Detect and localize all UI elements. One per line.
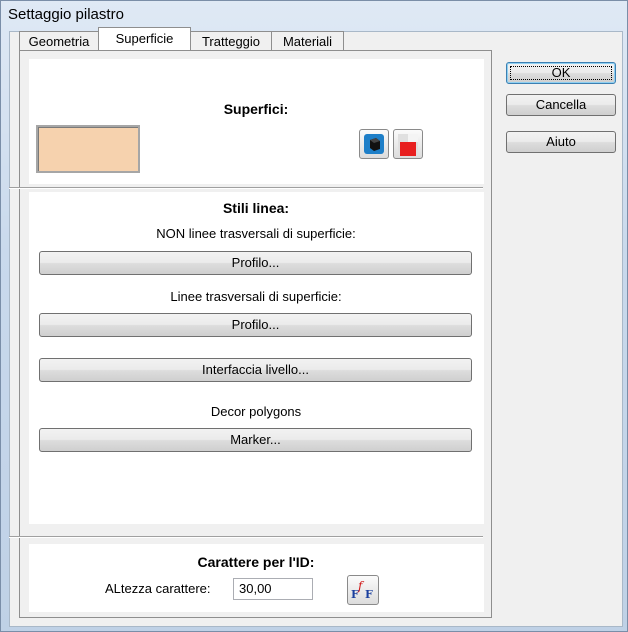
transversal-profile-button[interactable]: Profilo... [39, 313, 472, 337]
help-button[interactable]: Aiuto [506, 131, 616, 153]
interface-level-button[interactable]: Interfaccia livello... [39, 358, 472, 382]
ok-button[interactable]: OK [506, 62, 616, 84]
transversal-label: Linee trasversali di superficie: [170, 289, 342, 304]
focus-rect [510, 66, 612, 80]
cube-icon-button[interactable] [359, 129, 389, 159]
tab-materiali[interactable]: Materiali [271, 31, 344, 51]
font-picker-button[interactable]: F f F [347, 575, 379, 605]
cube-icon [364, 134, 384, 154]
marker-button[interactable]: Marker... [39, 428, 472, 452]
font-height-input[interactable]: 30,00 [233, 578, 313, 600]
tab-tratteggio[interactable]: Tratteggio [190, 31, 272, 51]
tab-superficie[interactable]: Superficie [98, 27, 191, 50]
svg-text:f: f [357, 579, 365, 593]
font-height-label: ALtezza carattere: [105, 581, 211, 596]
separator-1 [9, 187, 483, 189]
font-icon: F f F [351, 579, 373, 601]
surfaces-heading: Superfici: [223, 101, 289, 117]
title-bar[interactable]: Settaggio pilastro [1, 1, 627, 29]
decor-polygons-label: Decor polygons [210, 404, 302, 419]
id-font-heading: Carattere per l'ID: [197, 554, 315, 570]
non-transversal-label: NON linee trasversali di superficie: [156, 226, 356, 241]
surface-color-swatch[interactable] [36, 125, 140, 173]
svg-text:F: F [365, 588, 373, 601]
dialog-window: Settaggio pilastro Geometria Superficie … [0, 0, 628, 632]
cancel-button[interactable]: Cancella [506, 94, 616, 116]
non-transversal-profile-button[interactable]: Profilo... [39, 251, 472, 275]
tab-geometria[interactable]: Geometria [19, 31, 99, 51]
fill-color-button[interactable] [393, 129, 423, 159]
separator-2 [9, 536, 483, 538]
line-styles-heading: Stili linea: [222, 200, 290, 216]
window-title: Settaggio pilastro [8, 6, 124, 23]
fill-color-icon [398, 134, 418, 156]
